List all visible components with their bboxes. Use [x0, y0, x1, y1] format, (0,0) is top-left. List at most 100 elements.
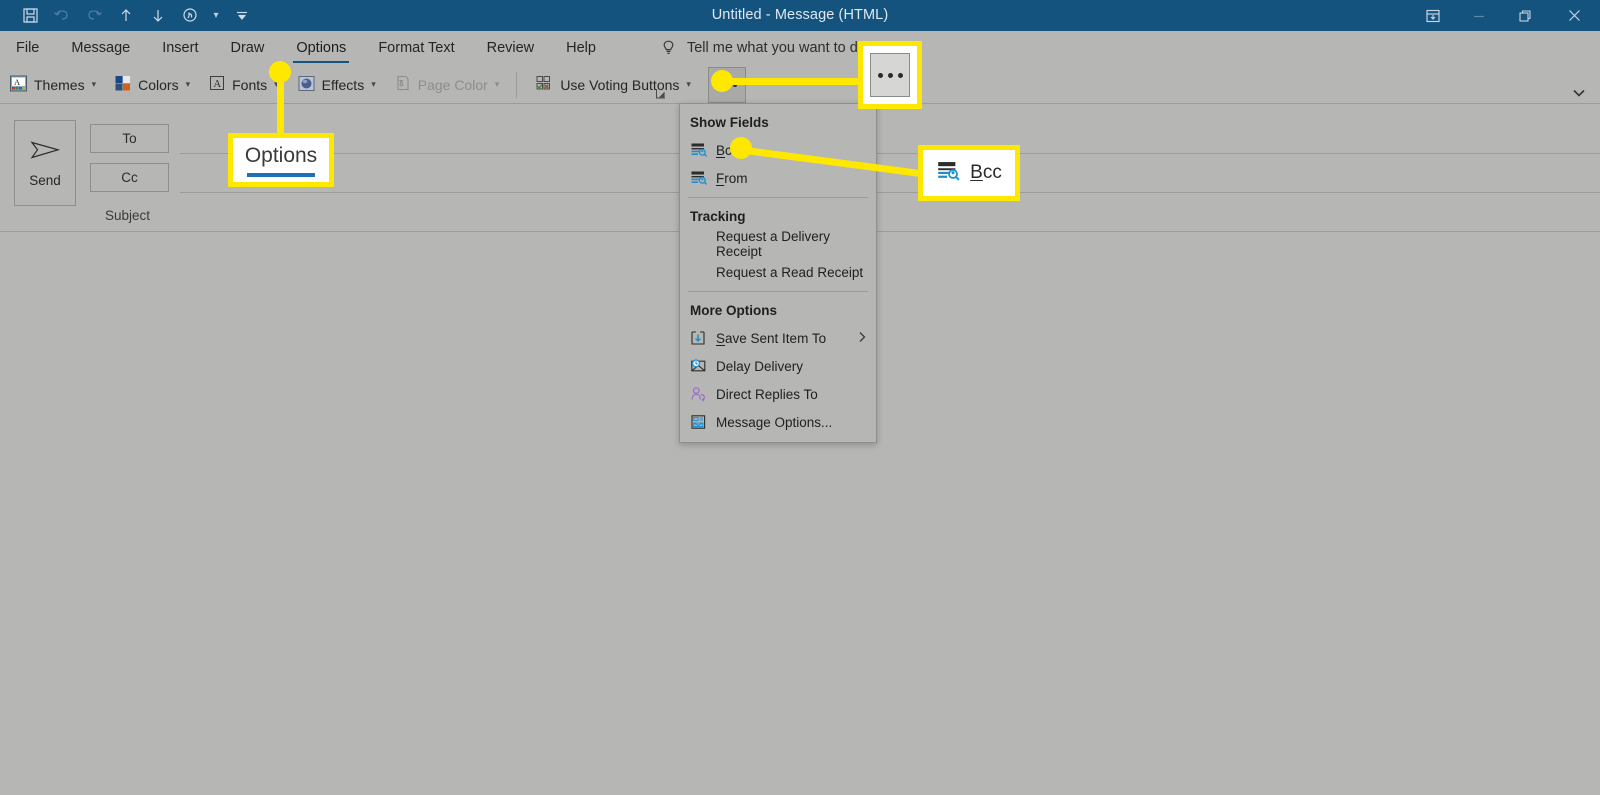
annotation-dot-options-tab — [269, 61, 291, 83]
menu-item-request-delivery-receipt[interactable]: Request a Delivery Receipt — [680, 229, 876, 259]
ribbon-group-tracking: Use Voting Buttons ▾ — [525, 65, 700, 104]
customize-quick-access-toolbar-icon[interactable] — [226, 3, 258, 29]
next-item-icon[interactable] — [142, 3, 174, 29]
title-bar: ▾ Untitled - Message (HTML) — [0, 0, 1600, 31]
ribbon-button-themes[interactable]: A Themes ▾ — [0, 67, 105, 103]
chevron-down-icon[interactable]: ▾ — [92, 79, 97, 90]
menu-item-message-options[interactable]: Message Options... — [680, 408, 876, 436]
menu-item-direct-replies-to[interactable]: Direct Replies To — [680, 380, 876, 408]
accel-letter: B — [970, 162, 983, 183]
accel-letter: B — [716, 142, 726, 158]
ribbon-label-fonts: Fonts — [232, 76, 268, 93]
menu-heading-more-options: More Options — [690, 303, 777, 318]
ribbon-label-effects: Effects — [321, 76, 365, 93]
ellipsis-dot — [877, 72, 883, 78]
touch-mode-chevron-down-icon[interactable]: ▾ — [206, 3, 226, 29]
collapse-ribbon-chevron-icon[interactable] — [1572, 88, 1586, 101]
send-button-label: Send — [29, 173, 61, 188]
ribbon-display-options-icon[interactable] — [1410, 0, 1456, 31]
menu-item-message-options-label: Message Options... — [716, 414, 833, 430]
bcc-menu-item-callout: Bcc — [918, 145, 1020, 201]
bcc-callout-label: Bcc — [970, 162, 1002, 183]
to-field-underline[interactable] — [180, 153, 1600, 154]
subject-field-label: Subject — [105, 208, 151, 223]
cc-field-underline[interactable] — [180, 192, 1600, 193]
touch-mode-icon[interactable] — [174, 3, 206, 29]
chevron-down-icon[interactable]: ▾ — [186, 79, 191, 90]
voting-buttons-icon — [534, 74, 554, 96]
tell-me-placeholder: Tell me what you want to do — [686, 40, 866, 56]
effects-icon — [297, 74, 316, 96]
send-button[interactable]: Send — [14, 120, 76, 206]
options-callout-underline — [247, 172, 315, 177]
from-field-icon — [690, 170, 716, 186]
menu-item-save-sent-item-to-label: Save Sent Item To — [716, 330, 827, 346]
bcc-callout-icon — [936, 160, 961, 187]
tab-draw[interactable]: Draw — [214, 31, 280, 65]
save-sent-item-icon — [690, 330, 716, 346]
tab-review[interactable]: Review — [471, 31, 551, 65]
ribbon-label-themes: Themes — [34, 76, 85, 93]
ellipsis-button-callout — [858, 41, 922, 109]
menu-item-request-read-receipt[interactable]: Request a Read Receipt — [680, 258, 876, 286]
menu-item-save-sent-item-to[interactable]: Save Sent Item To — [680, 324, 876, 352]
annotation-line-ellipsis — [718, 78, 860, 85]
menu-heading-tracking: Tracking — [690, 209, 746, 224]
outlook-compose-window: ▾ Untitled - Message (HTML) File Message… — [0, 0, 1600, 795]
options-tab-callout: Options — [228, 133, 334, 187]
redo-icon[interactable] — [78, 3, 110, 29]
accel-letter: F — [716, 170, 725, 186]
annotation-dot-bcc-menu-item — [730, 137, 752, 159]
tab-message[interactable]: Message — [55, 31, 146, 65]
undo-icon[interactable] — [46, 3, 78, 29]
tab-file[interactable]: File — [0, 31, 55, 65]
to-field-button[interactable]: To — [90, 124, 169, 153]
ribbon-group-divider — [516, 71, 518, 98]
message-options-icon — [690, 414, 716, 430]
annotation-dot-ellipsis-button — [711, 70, 733, 92]
minimize-icon[interactable] — [1456, 0, 1502, 31]
tab-format-text[interactable]: Format Text — [362, 31, 470, 65]
ribbon-button-effects[interactable]: Effects ▾ — [288, 67, 385, 103]
cc-field-button[interactable]: Cc — [90, 163, 169, 192]
tell-me-search[interactable]: Tell me what you want to do — [660, 39, 866, 57]
tab-help[interactable]: Help — [550, 31, 612, 65]
lightbulb-icon — [660, 39, 677, 57]
menu-separator — [688, 197, 868, 198]
fonts-icon: A — [208, 74, 226, 95]
ribbon-button-colors[interactable]: Colors ▾ — [105, 67, 199, 103]
menu-heading-show-fields: Show Fields — [690, 115, 769, 130]
previous-item-icon[interactable] — [110, 3, 142, 29]
ribbon-group-themes: A Themes ▾ Colors ▾ A Fonts Effects ▾ Pa… — [0, 65, 508, 104]
menu-item-delay-delivery-label: Delay Delivery — [716, 358, 804, 374]
send-icon — [28, 138, 62, 167]
maximize-icon[interactable] — [1502, 0, 1548, 31]
bcc-field-icon — [690, 142, 716, 158]
tab-insert[interactable]: Insert — [146, 31, 214, 65]
tab-options[interactable]: Options — [280, 31, 362, 65]
close-icon[interactable] — [1548, 0, 1600, 31]
chevron-right-icon[interactable] — [858, 331, 866, 346]
menu-item-delay-delivery[interactable]: Delay Delivery — [680, 352, 876, 380]
window-controls — [1410, 0, 1600, 31]
options-callout-label: Options — [244, 143, 318, 167]
chevron-down-icon[interactable]: ▾ — [371, 79, 376, 90]
menu-separator — [688, 291, 868, 292]
ribbon-button-use-voting-buttons[interactable]: Use Voting Buttons ▾ — [525, 67, 700, 103]
svg-text:A: A — [14, 77, 21, 87]
themes-dialog-launcher-icon[interactable] — [655, 88, 667, 103]
ribbon-label-page-color: Page Color — [417, 76, 488, 93]
menu-item-from[interactable]: From — [680, 164, 876, 192]
ribbon-label-colors: Colors — [138, 76, 179, 93]
ellipsis-callout-icon — [870, 53, 910, 97]
chevron-down-icon[interactable]: ▾ — [686, 79, 691, 90]
save-icon[interactable] — [14, 3, 46, 29]
menu-item-direct-replies-to-label: Direct Replies To — [716, 386, 818, 402]
ellipsis-dot — [897, 72, 903, 78]
direct-replies-icon — [690, 386, 716, 402]
accel-letter: S — [716, 330, 726, 346]
svg-text:A: A — [214, 79, 222, 90]
colors-icon — [114, 74, 132, 95]
themes-icon: A — [9, 74, 28, 96]
chevron-down-icon: ▾ — [494, 79, 500, 89]
